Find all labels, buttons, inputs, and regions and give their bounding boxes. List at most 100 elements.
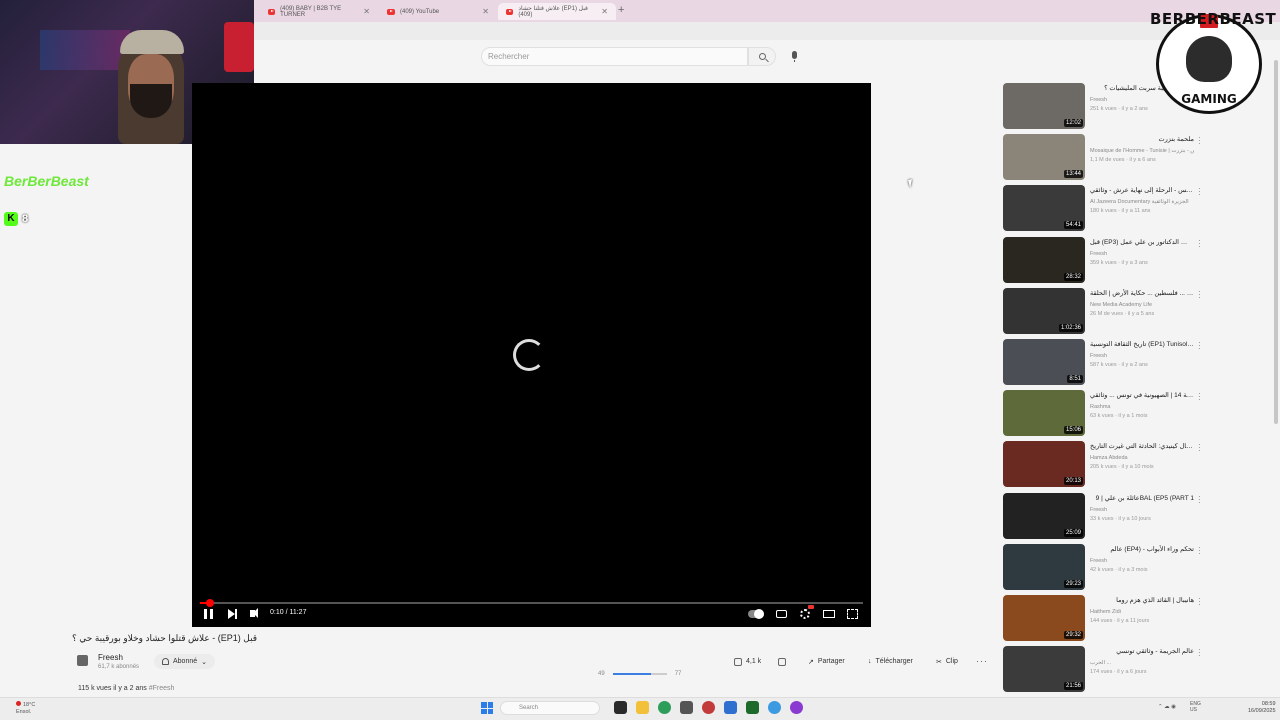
close-icon[interactable]: ✕ bbox=[601, 7, 608, 16]
app-icon[interactable] bbox=[702, 701, 715, 714]
related-channel-name[interactable]: Freesh bbox=[1090, 251, 1194, 257]
related-video-item[interactable]: 13:44 ملحمة بنزرت Mosaique de l'Homme - Tu… bbox=[1003, 134, 1205, 183]
close-icon[interactable]: ✕ bbox=[482, 7, 489, 16]
file-explorer-icon[interactable] bbox=[636, 701, 649, 714]
related-video-title[interactable]: قبل (EP3) كيفاش الدكتاتور بن علي عمل... bbox=[1090, 238, 1194, 248]
search-button[interactable] bbox=[748, 47, 776, 66]
related-video-title[interactable]: الجولة 14 | الصهيونية في تونس ... وثائقي bbox=[1090, 391, 1194, 401]
related-video-item[interactable]: 29:23 عالم (EP4) - تحكم وراء الأبواب Frees… bbox=[1003, 543, 1205, 593]
autoplay-toggle[interactable] bbox=[748, 609, 764, 619]
related-video-item[interactable]: 21:56 عالم الجريمة - وثائقي تونسي الحرب ..… bbox=[1003, 646, 1205, 695]
related-video-title[interactable]: عالم (EP4) - تحكم وراء الأبواب bbox=[1090, 545, 1194, 555]
related-video-item[interactable]: 29:32 هانيبال | القائد الذي هزم روما Haith… bbox=[1003, 595, 1205, 644]
video-thumbnail[interactable]: 13:44 bbox=[1003, 134, 1085, 181]
like-button[interactable]: 4,1 k bbox=[728, 654, 767, 669]
next-icon[interactable] bbox=[228, 609, 237, 619]
scrollbar[interactable] bbox=[1274, 60, 1278, 424]
task-view-icon[interactable] bbox=[614, 701, 627, 714]
video-thumbnail[interactable]: 28:32 bbox=[1003, 236, 1085, 283]
related-channel-name[interactable]: Freesh bbox=[1090, 558, 1194, 564]
microphone-icon[interactable] bbox=[792, 51, 797, 62]
video-thumbnail[interactable]: 29:23 bbox=[1003, 543, 1085, 590]
related-video-title[interactable]: هانيبال | القائد الذي هزم روما bbox=[1090, 596, 1194, 606]
app-icon[interactable] bbox=[724, 701, 737, 714]
related-video-item[interactable]: 15:06 الجولة 14 | الصهيونية في تونس ... و… bbox=[1003, 390, 1205, 439]
more-options-icon[interactable]: ··· bbox=[1198, 390, 1201, 404]
related-channel-name[interactable]: الحرب ... bbox=[1090, 660, 1194, 666]
more-options-icon[interactable]: ··· bbox=[1198, 543, 1201, 557]
more-options-icon[interactable]: ··· bbox=[1198, 236, 1201, 250]
more-options-icon[interactable]: ··· bbox=[1198, 492, 1201, 506]
volume-icon[interactable] bbox=[250, 608, 258, 618]
close-icon[interactable]: ✕ bbox=[363, 7, 370, 16]
video-thumbnail[interactable]: 54:41 bbox=[1003, 185, 1085, 232]
related-video-item[interactable]: 28:32 قبل (EP3) كيفاش الدكتاتور بن علي عم… bbox=[1003, 236, 1205, 286]
app-icon[interactable] bbox=[790, 701, 803, 714]
video-thumbnail[interactable]: 1:02:36 bbox=[1003, 287, 1085, 334]
share-button[interactable]: ↗ Partager bbox=[802, 654, 851, 669]
video-thumbnail[interactable]: 20:13 bbox=[1003, 441, 1085, 488]
settings-gear-icon[interactable] bbox=[800, 605, 814, 619]
pause-icon[interactable] bbox=[204, 609, 213, 619]
theater-mode-icon[interactable] bbox=[823, 610, 835, 618]
related-channel-name[interactable]: Mosaique de l'Homme - Tunisie | تونس - ب… bbox=[1090, 148, 1194, 154]
more-options-icon[interactable]: ··· bbox=[1198, 595, 1201, 609]
video-thumbnail[interactable]: 29:32 bbox=[1003, 595, 1085, 641]
related-video-item[interactable]: 8:51 تاريخ الثقافة التونسية (EP1) Tunisol… bbox=[1003, 339, 1205, 388]
browser-tab-1[interactable]: (409) BABY | B2B TYE TURNER ✕ bbox=[260, 3, 378, 20]
video-thumbnail[interactable]: 21:56 bbox=[1003, 646, 1085, 693]
subscribe-button[interactable]: Abonné ⌄ bbox=[154, 654, 216, 669]
browser-tab-3[interactable]: علاش قتلنا حشاد (EP1) قبل (409) ✕ bbox=[498, 3, 616, 20]
video-thumbnail[interactable]: 8:51 bbox=[1003, 339, 1085, 385]
volume-overlay[interactable]: 49 77 bbox=[598, 671, 681, 677]
app-icon[interactable] bbox=[680, 701, 693, 714]
related-video-title[interactable]: تاريخ الثقافة التونسية (EP1) Tunisologie bbox=[1090, 340, 1194, 350]
related-channel-name[interactable]: Rashma bbox=[1090, 404, 1194, 410]
related-channel-name[interactable]: Hamza Abdeda bbox=[1090, 455, 1194, 461]
video-thumbnail[interactable]: 25:09 bbox=[1003, 492, 1085, 539]
more-options-icon[interactable]: ··· bbox=[1198, 339, 1201, 353]
download-button[interactable]: ↓ Télécharger bbox=[862, 654, 919, 669]
more-options-icon[interactable]: ··· bbox=[1198, 185, 1201, 199]
more-options-icon[interactable]: ··· bbox=[1198, 441, 1201, 455]
taskbar-search[interactable]: Search bbox=[500, 701, 600, 715]
weather-widget[interactable]: 18°C Ensol. bbox=[16, 701, 35, 716]
dislike-button[interactable] bbox=[772, 654, 792, 669]
related-video-item[interactable]: 20:13 اغتيال كينيدي: الحادثة التي غيرت ال… bbox=[1003, 441, 1205, 490]
related-channel-name[interactable]: Haithem Zidi bbox=[1090, 609, 1194, 615]
volume-slider[interactable] bbox=[612, 673, 667, 675]
related-channel-name[interactable]: Al Jazeera Documentary الجزيرة الوثائقية bbox=[1090, 199, 1194, 205]
video-player[interactable]: 0:10 / 11:27 bbox=[192, 83, 871, 627]
related-video-title[interactable]: محمد الخامس - الرحلة إلى نهاية عرش - وثا… bbox=[1090, 186, 1194, 196]
language-indicator[interactable]: ENG US bbox=[1190, 701, 1201, 713]
app-icon[interactable] bbox=[746, 701, 759, 714]
related-channel-name[interactable]: Freesh bbox=[1090, 353, 1194, 359]
more-options-icon[interactable]: ··· bbox=[1198, 134, 1201, 148]
related-video-title[interactable]: اغتيال كينيدي: الحادثة التي غيرت التاريخ bbox=[1090, 442, 1194, 452]
channel-avatar[interactable] bbox=[77, 655, 88, 666]
more-actions-icon[interactable]: ··· bbox=[976, 656, 988, 666]
more-options-icon[interactable]: ··· bbox=[1198, 646, 1201, 660]
address-bar[interactable] bbox=[254, 22, 1280, 40]
video-thumbnail[interactable]: 12:02 bbox=[1003, 83, 1085, 129]
fullscreen-icon[interactable] bbox=[847, 609, 858, 619]
related-channel-name[interactable]: New Media Academy Life bbox=[1090, 302, 1194, 308]
hashtag[interactable]: #Freesh bbox=[149, 685, 175, 692]
clip-button[interactable]: ✂ Clip bbox=[930, 654, 964, 669]
clock[interactable]: 08:59 16/09/2025 bbox=[1248, 701, 1276, 715]
related-video-item[interactable]: 54:41 محمد الخامس - الرحلة إلى نهاية عرش … bbox=[1003, 185, 1205, 234]
search-input[interactable]: Rechercher bbox=[481, 47, 748, 66]
related-video-title[interactable]: عالم الجريمة - وثائقي تونسي bbox=[1090, 647, 1194, 657]
progress-scrubber[interactable] bbox=[206, 599, 214, 607]
windows-start-icon[interactable] bbox=[481, 702, 493, 714]
progress-bar[interactable] bbox=[200, 599, 863, 607]
chrome-icon[interactable] bbox=[658, 701, 671, 714]
more-options-icon[interactable]: ··· bbox=[1198, 287, 1201, 301]
channel-name[interactable]: Freesh bbox=[98, 653, 123, 662]
video-thumbnail[interactable]: 15:06 bbox=[1003, 390, 1085, 437]
new-tab-button[interactable]: + bbox=[618, 4, 624, 16]
system-tray[interactable]: ⌃ ☁ ◉ bbox=[1158, 704, 1176, 710]
related-video-title[interactable]: فلسطين ... حكاية الأرض | الحلقة ... Pale… bbox=[1090, 289, 1194, 299]
related-video-title[interactable]: ملحمة بنزرت bbox=[1090, 135, 1195, 145]
related-channel-name[interactable]: Freesh bbox=[1090, 507, 1194, 513]
